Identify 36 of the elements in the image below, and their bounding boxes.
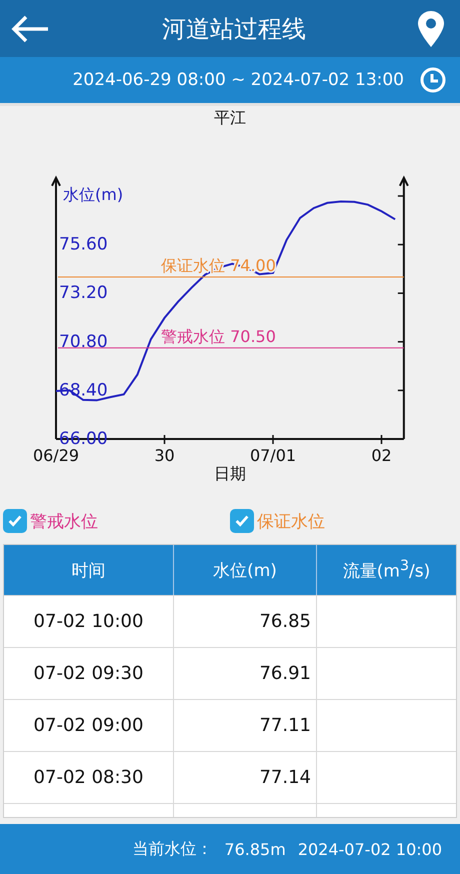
- table-cell: 76.91: [174, 648, 317, 699]
- table-cell: 07-02 09:00: [4, 700, 174, 751]
- x-tick: [164, 435, 166, 444]
- column-header: 流量(m$^{3}$/s): [342, 556, 432, 584]
- location-pin-icon[interactable]: [418, 10, 444, 46]
- table-cell: 77.14: [174, 752, 317, 803]
- x-tick-label: 06/29: [32, 446, 80, 465]
- status-label: 当前水位：: [132, 838, 212, 860]
- clock-icon[interactable]: [420, 67, 446, 93]
- x-axis-label: 日期: [214, 464, 246, 483]
- y-tick-label: 70.80: [59, 332, 108, 352]
- checkbox-label: 保证水位: [257, 510, 325, 532]
- checkbox-label: 警戒水位: [30, 510, 98, 532]
- x-tick-label: 02: [371, 446, 392, 465]
- table-cell: 07-02 10:00: [4, 596, 174, 647]
- column-header: 时间: [4, 545, 174, 595]
- page-title: 河道站过程线: [162, 14, 306, 44]
- x-tick: [380, 435, 382, 444]
- y-tick-label: 75.60: [59, 234, 108, 255]
- checkbox[interactable]: [230, 509, 254, 533]
- y-axis-label: 水位(m): [63, 185, 124, 204]
- table-cell: 77.11: [174, 700, 317, 751]
- x-tick-label: 07/01: [250, 446, 296, 465]
- threshold-label: 警戒水位 70.50: [161, 326, 276, 346]
- x-tick-label: 30: [154, 446, 175, 465]
- chart-title: 平江: [214, 108, 246, 127]
- table-cell: 07-02 08:30: [4, 752, 174, 803]
- checkbox[interactable]: [3, 509, 27, 533]
- column-header: 水位(m): [174, 545, 317, 595]
- status-time: 2024-07-02 10:00: [298, 840, 442, 858]
- y-tick-label: 73.20: [59, 283, 108, 304]
- x-tick: [272, 435, 274, 444]
- table-cell: 07-02 09:30: [4, 648, 174, 699]
- back-arrow-icon[interactable]: [10, 14, 50, 44]
- table-cell: 76.85: [174, 596, 317, 647]
- status-value: 76.85m: [224, 840, 286, 858]
